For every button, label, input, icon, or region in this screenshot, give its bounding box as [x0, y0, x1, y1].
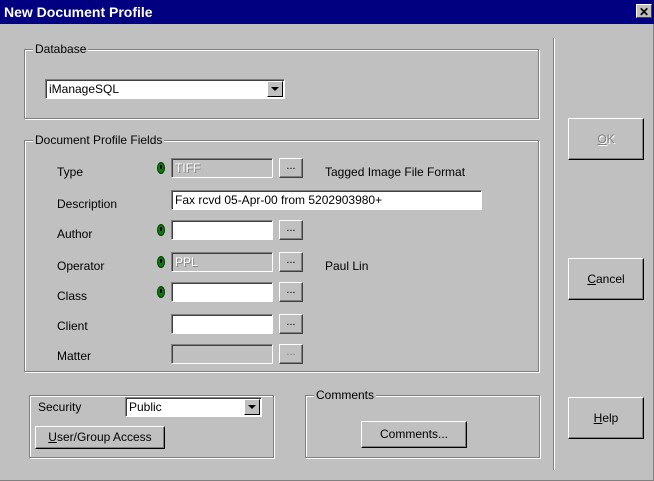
operator-field: PPL [171, 252, 273, 272]
type-description-text: Tagged Image File Format [325, 165, 466, 179]
author-field[interactable] [171, 220, 273, 240]
user-group-access-text: ser/Group Access [56, 430, 152, 444]
vertical-divider [553, 38, 554, 470]
title-bar: New Document Profile ✕ [0, 0, 654, 24]
description-label: Description [57, 197, 118, 211]
profile-fields-group-label: Document Profile Fields [33, 133, 165, 147]
window-title: New Document Profile [4, 4, 153, 20]
required-field-icon [157, 256, 165, 268]
new-document-profile-dialog: New Document Profile ✕ Database iManageS… [0, 0, 654, 481]
user-group-access-button[interactable]: User/Group Access [35, 426, 165, 449]
client-browse-button[interactable]: ... [279, 314, 303, 334]
matter-browse-button: ... [279, 344, 303, 364]
client-field[interactable] [171, 314, 273, 334]
comments-group-label: Comments [314, 388, 377, 402]
ok-button: OK [568, 118, 644, 160]
required-field-icon [157, 224, 165, 236]
cancel-button[interactable]: Cancel [568, 258, 644, 300]
class-label: Class [57, 289, 88, 303]
operator-label: Operator [57, 259, 105, 273]
chevron-down-icon[interactable] [267, 81, 283, 97]
operator-browse-button[interactable]: ... [279, 252, 303, 272]
ok-text: K [606, 132, 615, 146]
help-text: elp [602, 411, 619, 425]
database-group-label: Database [33, 42, 89, 56]
required-field-icon [157, 162, 165, 174]
class-browse-button[interactable]: ... [279, 282, 303, 302]
operator-name-text: Paul Lin [325, 259, 369, 273]
security-selected: Public [129, 400, 162, 414]
comments-button[interactable]: Comments... [361, 421, 467, 448]
help-button[interactable]: Help [568, 397, 644, 439]
type-field: TIFF [171, 158, 273, 178]
description-field[interactable]: Fax rcvd 05-Apr-00 from 5202903980+ [171, 190, 482, 210]
matter-label: Matter [57, 349, 92, 363]
type-browse-button[interactable]: ... [279, 158, 303, 178]
ok-mnemonic: O [597, 132, 607, 146]
client-label: Client [57, 319, 88, 333]
security-select[interactable]: Public [125, 397, 262, 417]
database-select[interactable]: iManageSQL [45, 79, 285, 99]
close-icon: ✕ [638, 5, 650, 19]
cancel-mnemonic: C [587, 272, 596, 286]
database-selected: iManageSQL [49, 82, 120, 96]
user-group-access-mnemonic: U [48, 430, 57, 444]
chevron-down-icon[interactable] [244, 399, 260, 415]
class-field[interactable] [171, 282, 273, 302]
required-field-icon [157, 286, 165, 298]
security-label: Security [38, 400, 82, 414]
cancel-text: ancel [595, 272, 625, 286]
author-browse-button[interactable]: ... [279, 220, 303, 240]
close-button[interactable]: ✕ [636, 4, 652, 19]
type-label: Type [57, 165, 84, 179]
author-label: Author [57, 227, 93, 241]
matter-field [171, 344, 273, 364]
